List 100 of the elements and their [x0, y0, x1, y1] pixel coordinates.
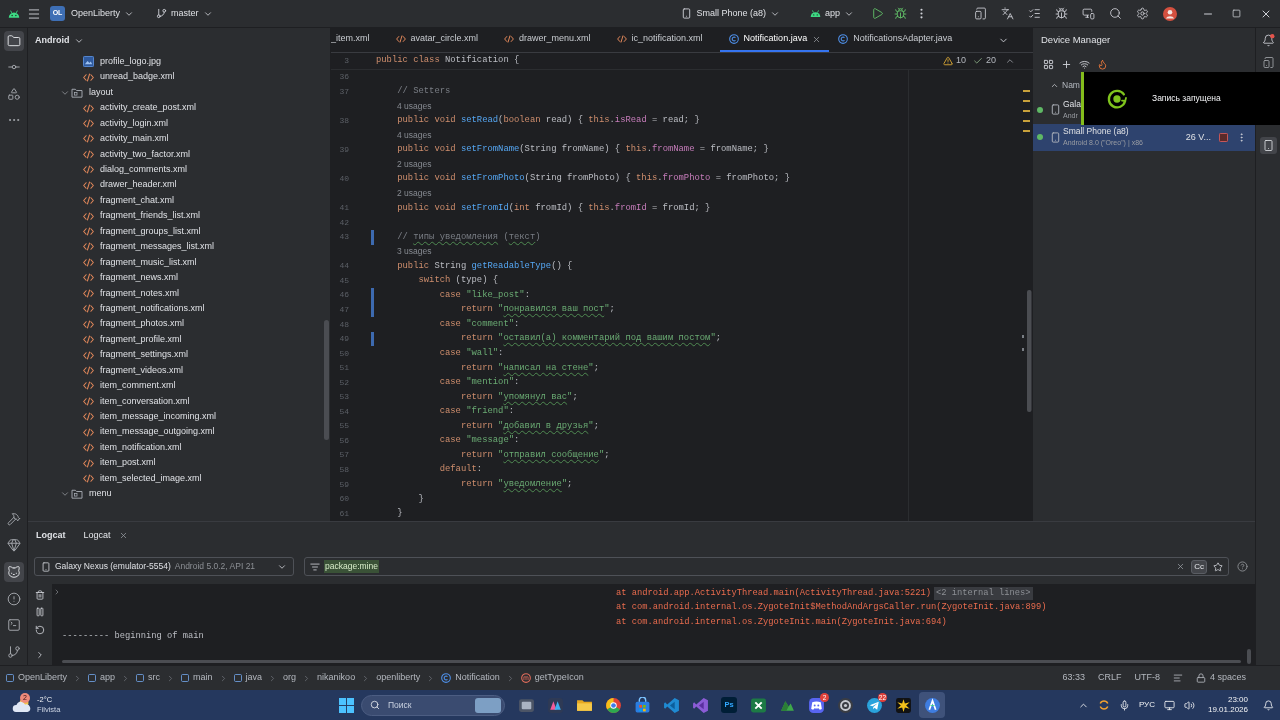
- microphone-icon[interactable]: [1118, 699, 1130, 711]
- tree-item[interactable]: item_message_incoming.xml: [100, 410, 217, 424]
- clear-icon[interactable]: [1176, 562, 1186, 571]
- flame-icon[interactable]: [1097, 58, 1108, 70]
- usage-hint[interactable]: 4 usages: [397, 100, 432, 113]
- stop-icon[interactable]: [1219, 132, 1228, 142]
- tree-item[interactable]: layout: [89, 85, 114, 100]
- chevron-right-icon[interactable]: [35, 650, 45, 660]
- breadcrumb[interactable]: OpenLiberty: [6, 671, 68, 685]
- caret-position[interactable]: 63:33: [1062, 671, 1085, 685]
- tree-item[interactable]: item_message_outgoing.xml: [100, 425, 215, 439]
- usage-hint[interactable]: 4 usages: [397, 129, 432, 142]
- editor-scrollbar[interactable]: [1022, 90, 1032, 412]
- editor-tab[interactable]: _item.xml: [331, 28, 387, 52]
- tree-item[interactable]: activity_login.xml: [100, 116, 169, 131]
- usage-hint[interactable]: 2 usages: [397, 187, 432, 200]
- weak-warning-count[interactable]: 20: [986, 54, 996, 68]
- phone-icon[interactable]: [1259, 136, 1277, 154]
- cat-icon[interactable]: [3, 561, 24, 582]
- filter-icon[interactable]: [310, 561, 320, 572]
- editor-tab[interactable]: drawer_menu.xml: [495, 28, 608, 52]
- breadcrumb[interactable]: src: [136, 671, 161, 685]
- check-icon[interactable]: [973, 56, 983, 66]
- settings-icon[interactable]: [1136, 7, 1149, 20]
- menu-icon[interactable]: [27, 6, 41, 21]
- breadcrumb[interactable]: getTypeIcon: [520, 671, 584, 685]
- tablet-phone-icon[interactable]: [974, 7, 987, 20]
- taskbar-app-button[interactable]: [919, 692, 945, 718]
- input-language[interactable]: РУС: [1138, 699, 1155, 711]
- breadcrumb[interactable]: main: [181, 671, 213, 685]
- run-icon[interactable]: [871, 7, 884, 20]
- indent-setting[interactable]: 4 spaces: [1209, 671, 1246, 685]
- start-logo-icon[interactable]: [339, 697, 354, 713]
- checklist-icon[interactable]: [1028, 7, 1041, 20]
- device-dropdown[interactable]: Galaxy Nexus (emulator-5554) Android 5.0.2, API 21: [34, 557, 294, 576]
- editor-tab[interactable]: NotificationsAdapter.java: [829, 28, 970, 52]
- sort-icon[interactable]: [1050, 81, 1059, 90]
- tree-item[interactable]: fragment_chat.xml: [100, 193, 175, 208]
- star-icon[interactable]: [1213, 561, 1223, 572]
- translate-icon[interactable]: [1001, 7, 1014, 20]
- tree-item[interactable]: fragment_settings.xml: [100, 348, 189, 362]
- breadcrumb[interactable]: nikanikoo: [317, 671, 356, 685]
- wifi-icon[interactable]: [1079, 58, 1090, 70]
- line-separator[interactable]: CRLF: [1097, 671, 1122, 685]
- warning-count[interactable]: 10: [955, 54, 966, 68]
- lock-icon[interactable]: [1195, 673, 1206, 683]
- pause-icon[interactable]: [35, 607, 45, 617]
- logcat-tab[interactable]: Logcat: [83, 528, 128, 543]
- scrollbar-thumb[interactable]: [1247, 649, 1251, 664]
- search-field[interactable]: Поиск: [361, 694, 505, 716]
- help-icon[interactable]: [1237, 561, 1248, 572]
- folded-lines-badge[interactable]: <2 internal lines>: [934, 586, 1033, 600]
- tree-item[interactable]: item_post.xml: [100, 456, 156, 470]
- tree-item[interactable]: fragment_notifications.xml: [100, 301, 205, 316]
- tree-item[interactable]: fragment_notes.xml: [100, 286, 180, 301]
- maximize-icon[interactable]: [1232, 9, 1241, 18]
- tree-item[interactable]: item_comment.xml: [100, 379, 176, 393]
- clock-time[interactable]: 23:00: [1227, 695, 1248, 705]
- bell-icon[interactable]: [1261, 34, 1275, 47]
- tree-item[interactable]: fragment_news.xml: [100, 271, 179, 285]
- sync-icon[interactable]: [1097, 699, 1110, 711]
- breadcrumb[interactable]: org: [283, 671, 297, 685]
- tree-item[interactable]: profile_logo.jpg: [100, 54, 162, 69]
- breadcrumb[interactable]: openliberty: [376, 671, 421, 685]
- text-lines-icon[interactable]: [1172, 673, 1183, 683]
- usage-hint[interactable]: 3 usages: [397, 245, 432, 259]
- tree-item[interactable]: fragment_profile.xml: [100, 332, 182, 347]
- tree-item[interactable]: fragment_groups_list.xml: [100, 224, 201, 239]
- close-icon[interactable]: [812, 34, 822, 44]
- speaker-icon[interactable]: [1183, 699, 1195, 711]
- scrollbar-thumb[interactable]: [324, 320, 329, 440]
- monitor-icon[interactable]: [1163, 699, 1175, 711]
- scrollbar-thumb[interactable]: [62, 660, 1241, 663]
- folder-icon[interactable]: [3, 31, 24, 52]
- tree-item[interactable]: item_conversation.xml: [100, 394, 190, 409]
- breadcrumb[interactable]: Notification: [441, 671, 500, 685]
- tree-item[interactable]: item_selected_image.xml: [100, 471, 202, 486]
- tree-item[interactable]: fragment_friends_list.xml: [100, 209, 201, 223]
- tree-item[interactable]: item_notification.xml: [100, 440, 182, 455]
- avatar-icon[interactable]: [1163, 6, 1177, 21]
- tree-item[interactable]: fragment_music_list.xml: [100, 255, 197, 270]
- column-header[interactable]: Nam: [1062, 79, 1080, 92]
- match-case-toggle[interactable]: Cc: [1191, 559, 1207, 574]
- filter-field[interactable]: package:mine Cc: [304, 557, 1229, 576]
- editor-tab[interactable]: Notification.java: [719, 28, 830, 52]
- tree-item[interactable]: unread_badge.xml: [100, 70, 175, 84]
- tree-item[interactable]: activity_main.xml: [100, 132, 169, 146]
- warning-icon[interactable]: [942, 56, 953, 66]
- breadcrumb[interactable]: java: [233, 671, 263, 685]
- clock-date[interactable]: 19.01.2026: [1207, 705, 1248, 715]
- bug-icon[interactable]: [1055, 7, 1068, 20]
- tree-item[interactable]: fragment_messages_list.xml: [100, 240, 215, 254]
- grid-icon[interactable]: [1043, 58, 1054, 70]
- editor-tab[interactable]: avatar_circle.xml: [386, 28, 496, 52]
- chevron-right-icon[interactable]: [53, 588, 61, 596]
- device-dropdown[interactable]: Small Phone (a8): [681, 3, 780, 24]
- file-encoding[interactable]: UTF-8: [1134, 671, 1160, 685]
- tree-item[interactable]: drawer_header.xml: [100, 178, 177, 192]
- debug-icon[interactable]: [894, 7, 907, 20]
- trash-icon[interactable]: [35, 590, 45, 600]
